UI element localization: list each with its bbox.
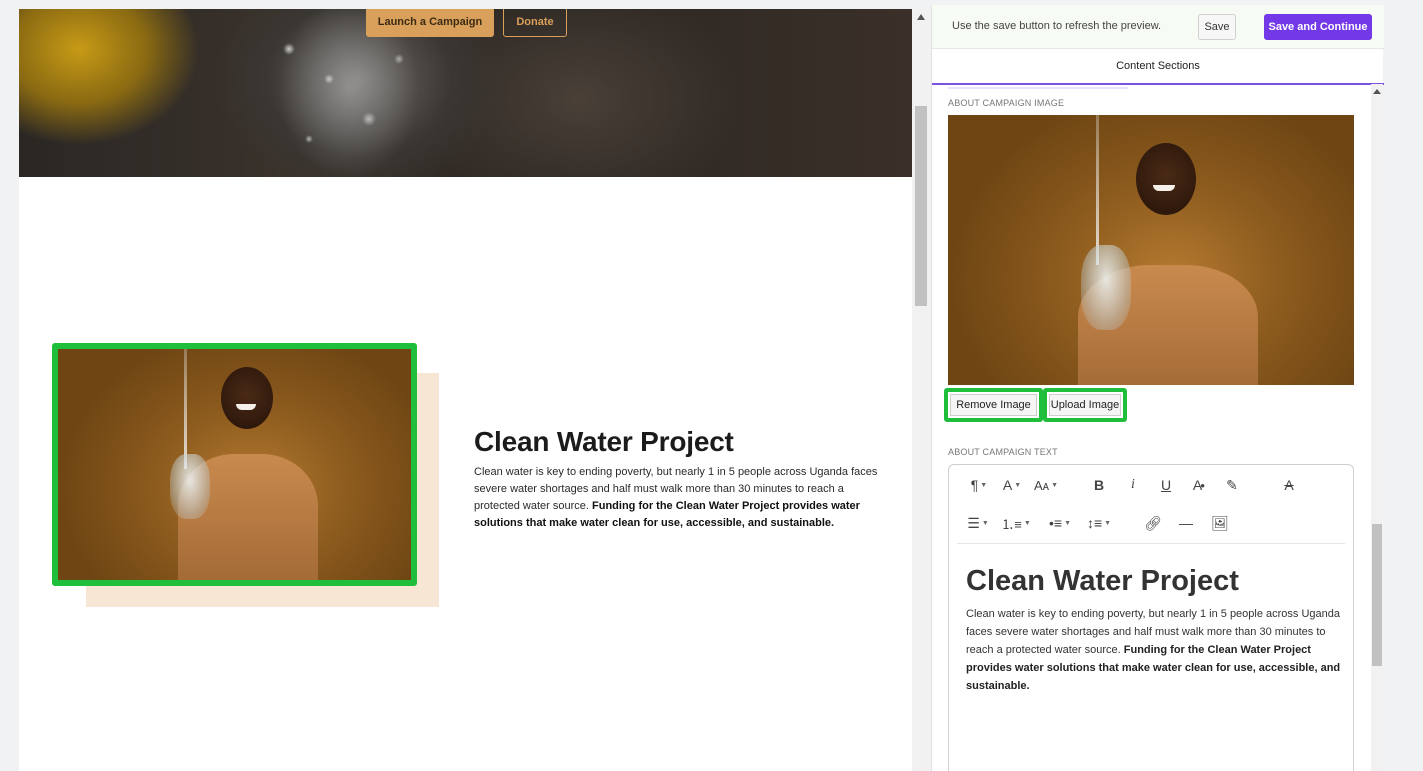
boy-with-water-photo	[58, 349, 411, 580]
editor-panel: Use the save button to refresh the previ…	[931, 5, 1384, 771]
editor-body[interactable]: Clean water is key to ending poverty, bu…	[966, 605, 1344, 695]
save-button[interactable]: Save	[1198, 14, 1236, 40]
about-image-label: ABOUT CAMPAIGN IMAGE	[948, 98, 1065, 108]
remove-image-button[interactable]: Remove Image	[950, 394, 1037, 416]
preview-scrollbar[interactable]	[913, 9, 929, 771]
line-height-icon[interactable]: ↕≡ ▼	[1085, 512, 1113, 534]
tab-content-sections[interactable]: Content Sections	[932, 49, 1384, 83]
save-notice-bar: Use the save button to refresh the previ…	[932, 5, 1384, 49]
rich-text-editor: ¶ ▼ A ▼ Aᴀ ▼ B i U A ● ✎ A ☰ ▼ ⒈≡ ▼ •≡ ▼ ↕≡ ▼ 🔗︎…	[948, 464, 1354, 771]
launch-campaign-button[interactable]: Launch a Campaign	[366, 9, 494, 37]
font-size-icon[interactable]: Aᴀ ▼	[1031, 474, 1061, 496]
about-campaign-image[interactable]	[52, 343, 417, 586]
horizontal-rule-icon[interactable]: —	[1176, 512, 1196, 534]
ordered-list-icon[interactable]: ⒈≡ ▼	[1001, 512, 1031, 534]
donate-button[interactable]: Donate	[503, 9, 567, 37]
editor-toolbar-row-1: ¶ ▼ A ▼ Aᴀ ▼ B i U A ● ✎ A	[961, 474, 1341, 496]
scrollbar-thumb[interactable]	[1372, 524, 1382, 666]
panel-tabs: Content Sections	[932, 49, 1384, 85]
toolbar-divider	[957, 543, 1345, 544]
editor-title[interactable]: Clean Water Project	[966, 565, 1239, 598]
underline-icon[interactable]: U	[1156, 474, 1176, 496]
campaign-preview: Launch a Campaign Donate Clean Water Pro…	[19, 9, 912, 771]
paragraph-icon[interactable]: ¶ ▼	[966, 474, 992, 496]
hero-banner-image: Launch a Campaign Donate	[19, 9, 912, 177]
upload-image-button[interactable]: Upload Image	[1049, 394, 1121, 416]
about-title: Clean Water Project	[474, 426, 734, 457]
scrollbar-thumb[interactable]	[915, 106, 927, 306]
insert-image-icon[interactable]: 🖼︎	[1209, 512, 1231, 534]
about-text-label: ABOUT CAMPAIGN TEXT	[948, 447, 1058, 457]
save-notice-text: Use the save button to refresh the previ…	[952, 20, 1162, 32]
about-text: Clean water is key to ending poverty, bu…	[474, 464, 884, 532]
content-sections-scroll-area: ABOUT CAMPAIGN IMAGE Remove Image Upload…	[932, 87, 1384, 771]
editor-toolbar-row-2: ☰ ▼ ⒈≡ ▼ •≡ ▼ ↕≡ ▼ 🔗︎ — 🖼︎	[961, 512, 1341, 534]
clear-format-icon[interactable]: A	[1279, 474, 1299, 496]
bold-icon[interactable]: B	[1089, 474, 1109, 496]
bullet-list-icon[interactable]: •≡ ▼	[1045, 512, 1075, 534]
font-family-icon[interactable]: A ▼	[999, 474, 1025, 496]
italic-icon[interactable]: i	[1124, 474, 1142, 496]
scroll-up-arrow-icon[interactable]	[917, 14, 925, 20]
link-icon[interactable]: 🔗︎	[1142, 512, 1164, 534]
highlight-icon[interactable]: ✎	[1221, 474, 1243, 496]
panel-scrollbar[interactable]	[1371, 84, 1383, 771]
about-image-preview	[948, 115, 1354, 385]
section-divider	[948, 87, 1128, 89]
upload-image-highlight: Upload Image	[1043, 388, 1127, 422]
text-color-icon[interactable]: A ●	[1189, 474, 1209, 496]
remove-image-highlight: Remove Image	[944, 388, 1043, 422]
align-icon[interactable]: ☰ ▼	[965, 512, 991, 534]
save-and-continue-button[interactable]: Save and Continue	[1264, 14, 1372, 40]
scroll-up-arrow-icon[interactable]	[1373, 89, 1381, 94]
